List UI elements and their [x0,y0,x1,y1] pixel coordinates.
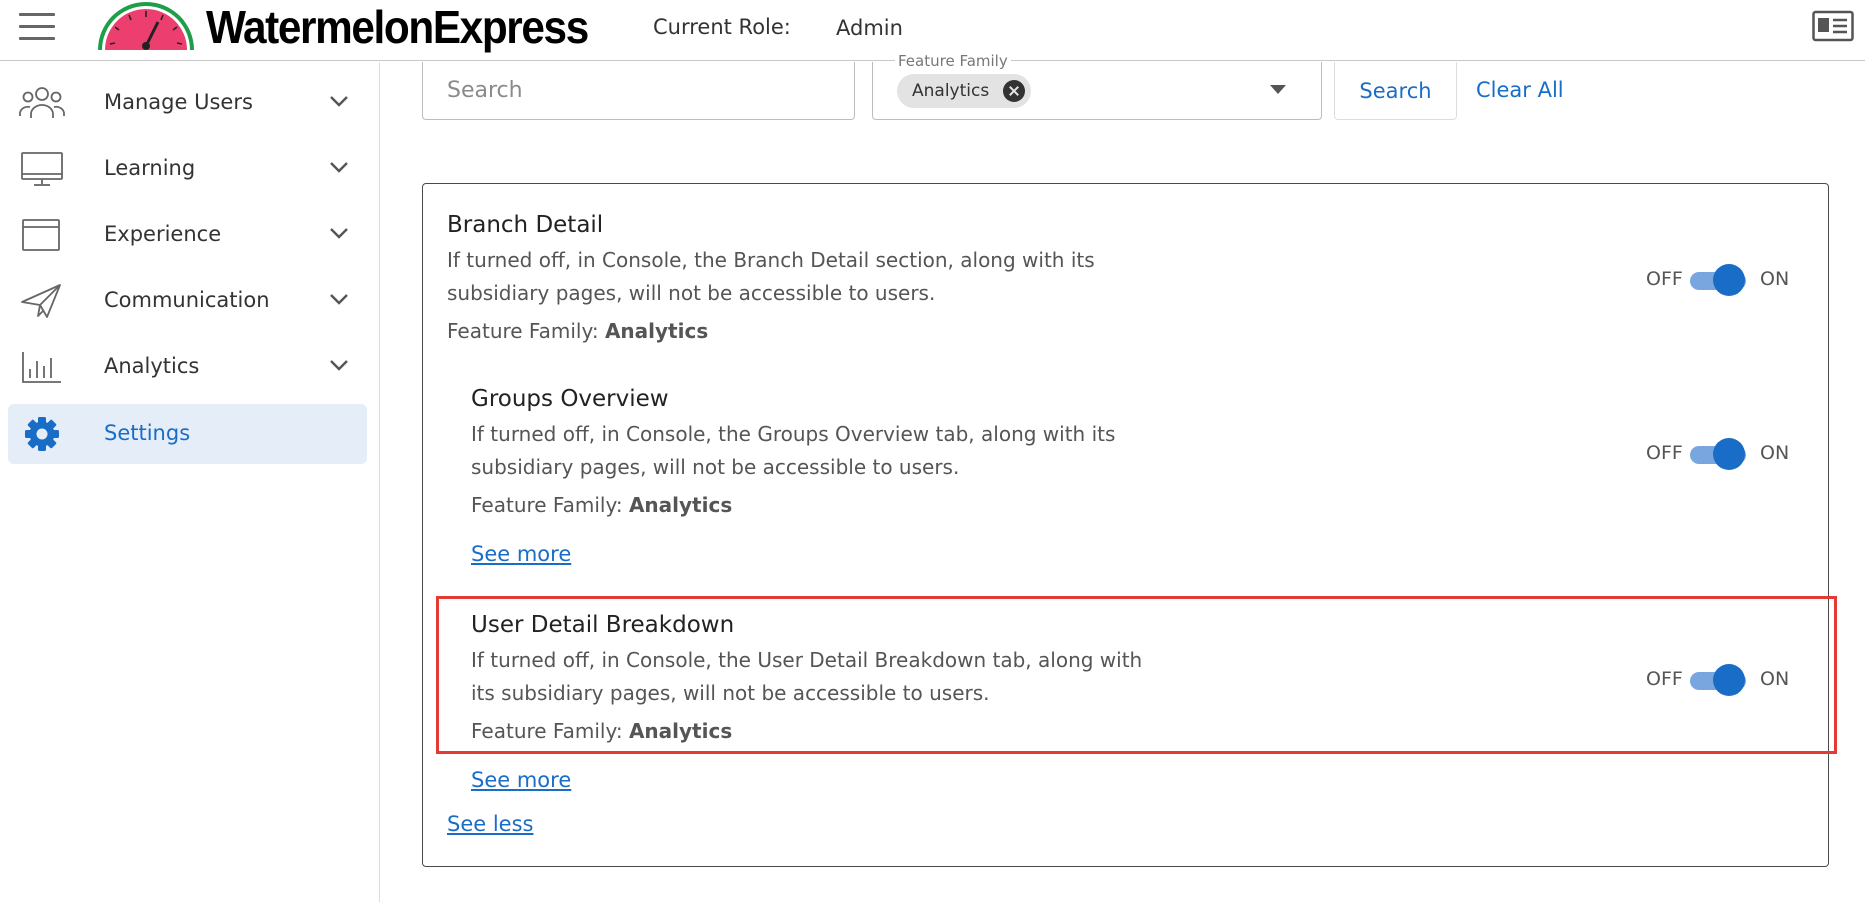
sidebar-item-analytics[interactable]: Analytics [8,337,367,397]
brand-logo-text: WatermelonExpress [206,1,589,53]
id-card-icon[interactable] [1812,9,1854,43]
feature-family-value: Analytics [604,319,709,343]
current-role-value: Admin [836,16,903,40]
toggle-user-detail-breakdown[interactable]: OFF ON [1646,664,1796,696]
sidebar-item-experience[interactable]: Experience [8,205,367,265]
sidebar-item-label: Learning [104,156,196,180]
bar-chart-icon [22,352,61,383]
chip-remove-icon[interactable] [1003,80,1026,102]
feature-card: Branch Detail If turned off, in Console,… [422,183,1829,867]
feature-title: User Detail Breakdown [471,612,735,638]
feature-description: If turned off, in Console, the Branch De… [447,248,1095,305]
sidebar-nav: Manage Users Learning Experience Communi… [0,62,380,902]
feature-family-prefix: Feature Family: [471,719,629,743]
feature-family-prefix: Feature Family: [447,319,605,343]
users-icon [19,87,65,118]
toggle-on-label: ON [1760,268,1790,290]
feature-family-value: Analytics [628,719,733,743]
feature-user-detail-breakdown: User Detail Breakdown If turned off, in … [471,612,1811,792]
sidebar-item-label: Manage Users [104,90,253,114]
feature-family-prefix: Feature Family: [471,493,629,517]
toggle-knob[interactable] [1713,664,1745,696]
feature-title: Branch Detail [447,212,604,238]
feature-description: If turned off, in Console, the User Deta… [471,648,1143,705]
feature-title: Groups Overview [471,386,669,412]
feature-family-chip: Analytics [897,74,1032,108]
feature-family-label: Feature Family [895,52,1011,70]
feature-family: Feature Family: Analytics [471,719,732,743]
chevron-down-icon[interactable] [328,225,350,241]
sidebar-item-label: Analytics [104,354,200,378]
main-content: Feature Family Analytics Search Clear Al… [381,52,1865,902]
see-less-link[interactable]: See less [447,812,533,836]
toggle-branch-detail[interactable]: OFF ON [1646,264,1796,296]
clear-all-button[interactable]: Clear All [1476,78,1564,102]
watermelon-speedometer-logo-icon [98,2,194,50]
sidebar-item-label: Experience [104,222,222,246]
feature-description: If turned off, in Console, the Groups Ov… [471,422,1116,479]
see-more-link[interactable]: See more [471,542,571,566]
sidebar-item-settings[interactable]: Settings [8,404,367,464]
toggle-on-label: ON [1760,442,1790,464]
feature-family: Feature Family: Analytics [471,493,732,517]
caret-down-icon[interactable] [1270,85,1286,94]
toggle-off-label: OFF [1646,668,1683,690]
sidebar-item-learning[interactable]: Learning [8,139,367,199]
current-role-label: Current Role: [653,15,791,39]
chevron-down-icon[interactable] [328,93,350,109]
feature-family-select[interactable]: Feature Family Analytics [872,52,1322,120]
toggle-knob[interactable] [1713,264,1745,296]
toggle-off-label: OFF [1646,268,1683,290]
search-input[interactable] [422,62,855,120]
monitor-icon [21,152,63,186]
search-button[interactable]: Search [1334,62,1457,120]
paper-plane-icon [21,284,61,318]
sidebar-item-communication[interactable]: Communication [8,271,367,331]
toggle-on-label: ON [1760,668,1790,690]
sidebar-item-label: Settings [104,421,191,445]
sidebar-item-manage-users[interactable]: Manage Users [8,73,367,133]
toggle-groups-overview[interactable]: OFF ON [1646,438,1796,470]
sidebar-item-label: Communication [104,288,270,312]
browser-window-icon [22,219,60,251]
feature-family-value: Analytics [628,493,733,517]
chevron-down-icon[interactable] [328,159,350,175]
chip-label: Analytics [912,81,990,101]
gear-icon [25,417,59,451]
feature-groups-overview: Groups Overview If turned off, in Consol… [471,386,1811,566]
toggle-knob[interactable] [1713,438,1745,470]
chevron-down-icon[interactable] [328,291,350,307]
feature-family: Feature Family: Analytics [447,319,708,343]
hamburger-menu-icon[interactable] [19,13,55,41]
chevron-down-icon[interactable] [328,357,350,373]
see-more-link[interactable]: See more [471,768,571,792]
feature-branch-detail: Branch Detail If turned off, in Console,… [447,212,1827,352]
toggle-off-label: OFF [1646,442,1683,464]
